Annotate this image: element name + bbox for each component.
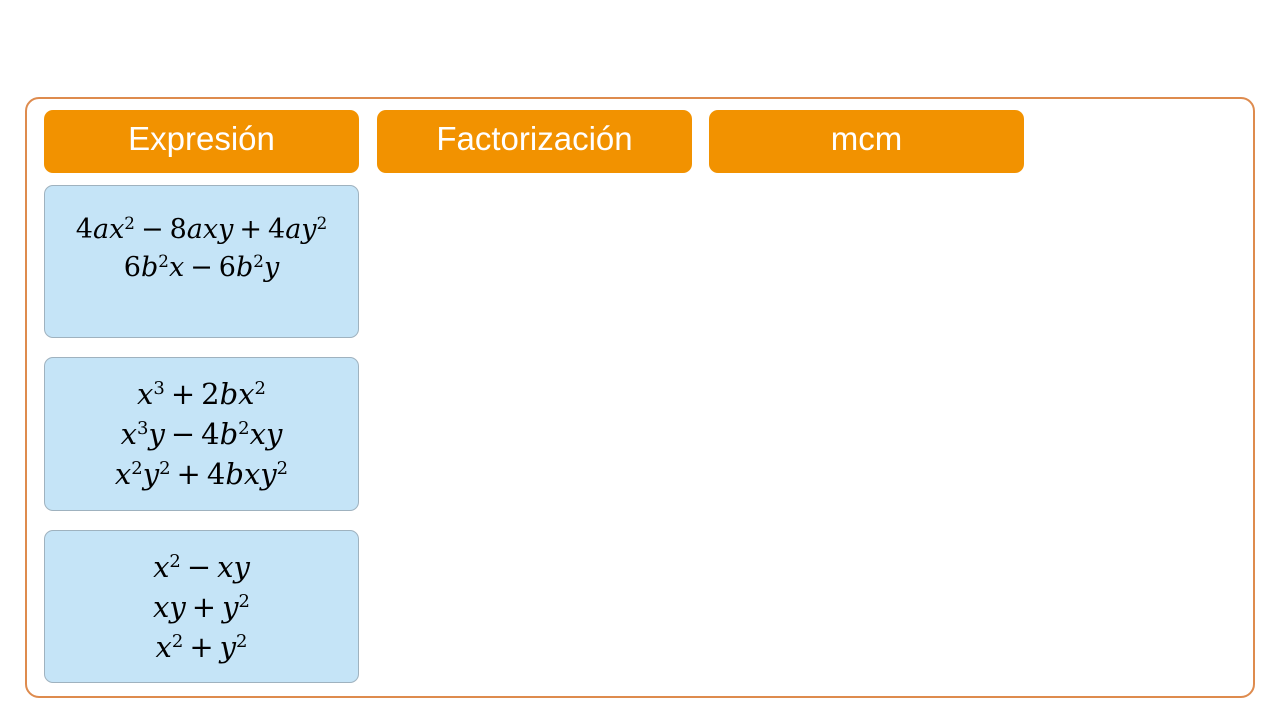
expression-1-1: 4ax2−8axy +4ay2 bbox=[75, 212, 328, 245]
header-factorizacion: Factorización bbox=[377, 110, 692, 173]
expression-2-3: x2y2 +4bxy2 bbox=[114, 457, 289, 491]
expression-cell-1: 4ax2−8axy +4ay2 6b2x −6b2y bbox=[44, 185, 359, 338]
expression-1-2: 6b2x −6b2y bbox=[123, 250, 280, 283]
expression-2-1: x3 +2bx2 bbox=[137, 377, 266, 411]
expression-3-3: x2 + y2 bbox=[155, 629, 248, 664]
header-mcm: mcm bbox=[709, 110, 1024, 173]
expression-cell-2: x3 +2bx2 x3y −4b2xy x2y2 +4bxy2 bbox=[44, 357, 359, 511]
expression-cell-3: x2− xy xy + y2 x2 + y2 bbox=[44, 530, 359, 683]
header-expresion: Expresión bbox=[44, 110, 359, 173]
expression-2-2: x3y −4b2xy bbox=[120, 417, 283, 451]
expression-3-1: x2− xy bbox=[153, 549, 250, 584]
expression-3-2: xy + y2 bbox=[153, 589, 250, 624]
